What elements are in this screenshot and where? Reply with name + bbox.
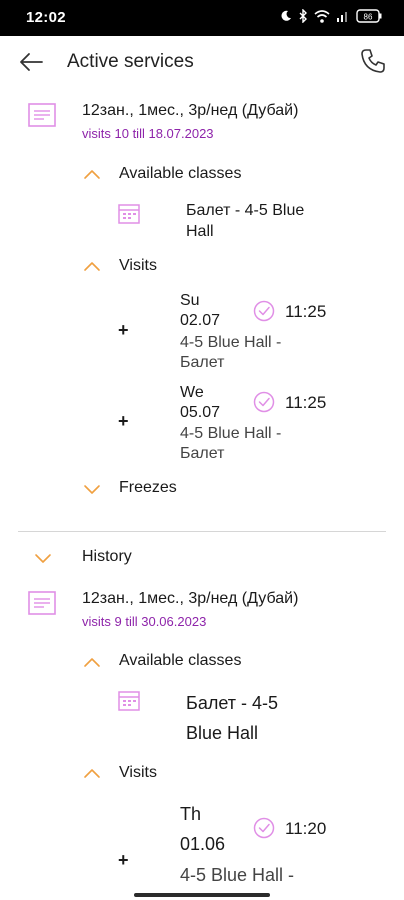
visit-date: 05.07	[180, 404, 221, 421]
check-circle-icon	[253, 817, 275, 839]
document-icon	[28, 103, 56, 127]
bluetooth-icon	[299, 9, 307, 23]
check-circle-icon	[253, 391, 275, 413]
status-time: 12:02	[26, 9, 66, 26]
available-classes-label: Available classes	[119, 652, 242, 669]
add-visit-button[interactable]: +	[118, 850, 129, 871]
visit-date: 02.07	[180, 312, 221, 329]
calendar-icon	[118, 691, 140, 711]
visit-time: 11:25	[285, 302, 327, 321]
class-name-line2: Hall	[186, 223, 214, 240]
visit-place-line2: Балет	[180, 354, 225, 371]
visit-place-line1: 4-5 Blue Hall -	[180, 865, 295, 885]
visit-day: Su	[180, 292, 200, 309]
service-subtitle: visits 9 till 30.06.2023	[82, 614, 207, 629]
add-visit-button[interactable]: +	[118, 411, 129, 432]
visit-date: 01.06	[180, 834, 226, 854]
document-icon	[28, 591, 56, 615]
moon-icon	[281, 10, 291, 21]
service-title: 12зан., 1мес., 3р/нед (Дубай)	[82, 590, 299, 607]
chevron-up-icon	[84, 262, 100, 271]
chevron-up-icon	[84, 658, 100, 667]
back-button[interactable]	[16, 48, 46, 76]
arrow-left-icon	[20, 53, 43, 71]
class-name-line2: Blue Hall	[186, 723, 259, 743]
divider	[18, 531, 386, 532]
visit-day: Th	[180, 804, 202, 824]
wifi-icon	[314, 9, 330, 23]
signal-icon	[337, 12, 347, 22]
class-name-line1: Балет - 4-5 Blue	[186, 202, 305, 219]
visit-place-line2: Балет	[180, 445, 225, 462]
add-visit-button[interactable]: +	[118, 320, 129, 341]
service-title: 12зан., 1мес., 3р/нед (Дубай)	[82, 102, 299, 119]
visit-time: 11:20	[285, 819, 327, 838]
class-name-line1: Балет - 4-5	[186, 693, 278, 713]
page-title: Active services	[67, 51, 194, 72]
status-bar: 12:02 86	[0, 0, 404, 36]
battery-icon: 86	[356, 9, 382, 23]
visits-label: Visits	[119, 764, 157, 781]
visit-day: We	[180, 384, 204, 401]
service-subtitle: visits 10 till 18.07.2023	[82, 126, 214, 141]
history-label: History	[82, 548, 132, 565]
calendar-icon	[118, 204, 140, 224]
phone-icon	[361, 49, 385, 73]
status-icons: 86	[280, 9, 382, 23]
available-classes-label: Available classes	[119, 165, 242, 182]
visit-place-line1: 4-5 Blue Hall -	[180, 425, 282, 442]
visit-time: 11:25	[285, 393, 327, 412]
freezes-label: Freezes	[119, 479, 177, 496]
chevron-up-icon	[84, 170, 100, 179]
app-bar: Active services	[0, 36, 404, 88]
chevron-down-icon	[84, 485, 100, 494]
visit-place-line1: 4-5 Blue Hall -	[180, 334, 282, 351]
chevron-up-icon	[84, 769, 100, 778]
check-circle-icon	[253, 300, 275, 322]
visits-label: Visits	[119, 257, 157, 274]
call-button[interactable]	[358, 46, 388, 76]
battery-level: 86	[364, 13, 373, 22]
home-indicator[interactable]	[134, 893, 270, 897]
chevron-down-icon	[35, 554, 51, 563]
